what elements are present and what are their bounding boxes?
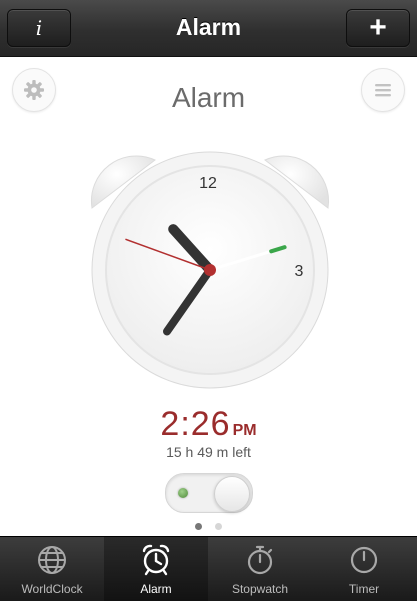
stopwatch-icon [247, 545, 273, 575]
top-navigation-bar: i Alarm + [0, 0, 417, 57]
tab-stopwatch[interactable]: Stopwatch [208, 537, 312, 601]
tab-timer[interactable]: Timer [312, 537, 416, 601]
alarm-on-indicator [178, 488, 188, 498]
page-dot-2[interactable] [214, 523, 222, 530]
time-value: 2:26 [160, 405, 231, 443]
time-remaining-label: 15 h 49 m left [166, 444, 251, 460]
globe-icon [38, 546, 66, 574]
am-pm-label: PM [232, 422, 257, 439]
digital-time: 2:26 PM [0, 405, 417, 444]
clock-center-pin [204, 264, 216, 276]
alarm-clock-icon [142, 544, 170, 576]
page-title: Alarm [171, 82, 246, 113]
alarm-toggle[interactable] [165, 473, 253, 513]
tab-label: Alarm [140, 582, 172, 596]
toggle-knob[interactable] [214, 476, 250, 512]
tab-label: Timer [348, 582, 380, 596]
tab-alarm[interactable]: Alarm [104, 537, 208, 601]
page-indicator [0, 517, 417, 535]
tab-label: WorldClock [21, 582, 83, 596]
tab-label: Stopwatch [231, 582, 289, 596]
add-alarm-button[interactable]: + [346, 9, 410, 47]
clock-numeral-12: 12 [199, 175, 217, 192]
page-dot-1[interactable] [195, 523, 203, 530]
analog-clock: 12 3 [80, 138, 340, 398]
tab-bar: WorldClock Alarm Stopwatch Timer [0, 536, 417, 601]
timer-icon [350, 546, 378, 574]
tab-worldclock[interactable]: WorldClock [0, 537, 104, 601]
clock-numeral-3: 3 [295, 263, 304, 280]
